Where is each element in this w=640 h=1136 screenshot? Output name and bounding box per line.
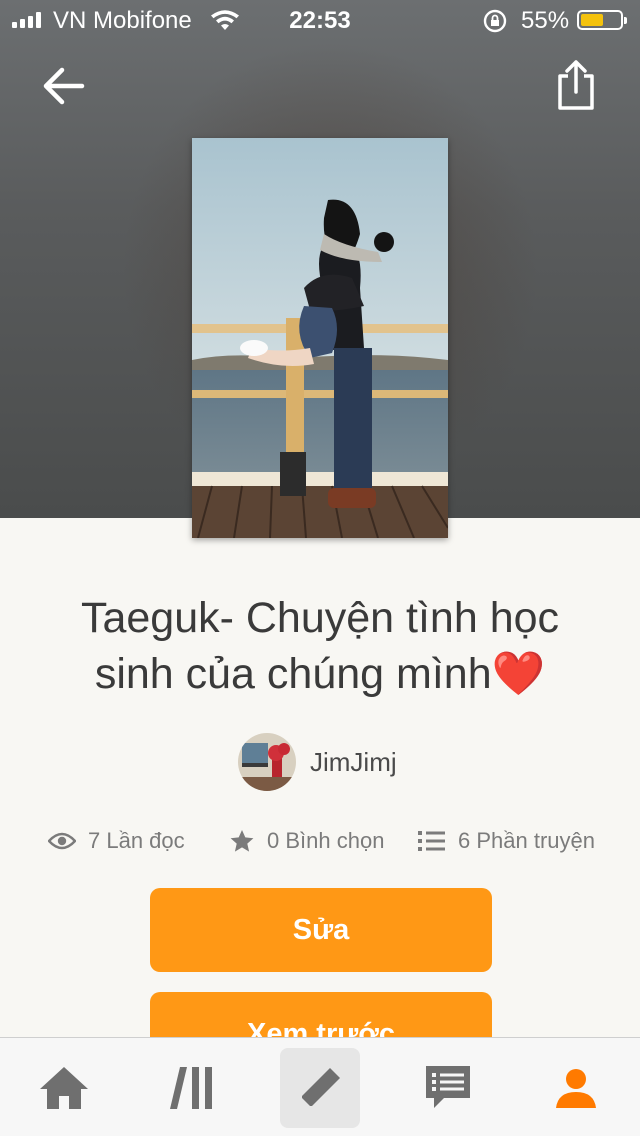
list-icon <box>418 831 445 851</box>
eye-icon <box>48 832 76 850</box>
share-button[interactable] <box>550 56 602 112</box>
tab-messages[interactable] <box>408 1048 488 1128</box>
heart-emoji: ❤️ <box>491 650 546 698</box>
bottom-tab-bar <box>0 1037 640 1136</box>
battery-percent: 55% <box>521 7 570 34</box>
messages-icon <box>426 1066 470 1108</box>
back-button[interactable] <box>38 60 90 112</box>
status-bar: VN Mobifone 22:53 55% <box>0 0 640 40</box>
profile-icon <box>556 1069 596 1108</box>
avatar <box>238 733 296 791</box>
reads-stat: 7 Lần đọc <box>48 828 185 854</box>
battery-icon <box>577 10 627 30</box>
tab-library[interactable] <box>152 1048 232 1128</box>
write-pencil-icon <box>302 1068 340 1106</box>
votes-stat: 0 Bình chọn <box>229 828 384 854</box>
reads-count: 7 Lần đọc <box>88 828 185 853</box>
parts-stat: 6 Phần truyện <box>418 828 595 854</box>
edit-button[interactable]: Sửa <box>150 888 492 972</box>
tab-home[interactable] <box>24 1048 104 1128</box>
story-cover-image <box>192 138 448 538</box>
parts-count: 6 Phần truyện <box>458 828 595 853</box>
author-name: JimJimj <box>310 746 397 777</box>
rotation-lock-icon <box>483 9 507 33</box>
library-icon <box>170 1067 212 1109</box>
author-link[interactable]: JimJimj <box>238 733 397 791</box>
votes-count: 0 Bình chọn <box>267 828 385 853</box>
tab-write[interactable] <box>280 1048 360 1128</box>
star-icon <box>230 830 254 852</box>
share-icon <box>558 60 594 110</box>
arrow-left-icon <box>43 67 85 105</box>
story-title-text: Taeguk- Chuyện tình học sinh của chúng m… <box>80 594 560 698</box>
tab-profile[interactable] <box>536 1048 616 1128</box>
story-stats: 7 Lần đọc 0 Bình chọn 6 Phần truyện <box>0 820 640 860</box>
story-title: Taeguk- Chuyện tình học sinh của chúng m… <box>40 590 600 702</box>
home-icon <box>40 1067 88 1109</box>
story-detail-screen: VN Mobifone 22:53 55% Taeguk- Chuyện tìn… <box>0 0 640 1136</box>
